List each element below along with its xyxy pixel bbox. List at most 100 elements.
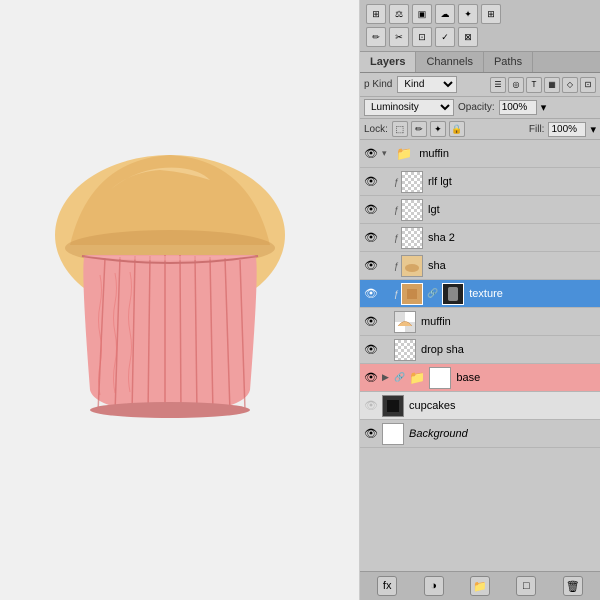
layers-list: 👁 ▾ 📁 muffin 👁 ƒ rlf lgt 👁 ƒ lgt 👁 ƒ	[360, 140, 600, 571]
filter-icon-5[interactable]: ◇	[562, 77, 578, 93]
layer-row[interactable]: 👁 ƒ sha	[360, 252, 600, 280]
lock-label: Lock:	[364, 124, 388, 135]
fx-button[interactable]: fx	[377, 576, 397, 596]
tool-btn-3[interactable]: ▣	[412, 4, 432, 24]
blend-row: Luminosity Opacity: ▾	[360, 97, 600, 119]
eye-icon[interactable]: 👁	[362, 313, 380, 331]
eye-icon[interactable]: 👁	[362, 369, 380, 387]
eye-icon[interactable]: 👁	[362, 173, 380, 191]
filter-icon-6[interactable]: ⊡	[580, 77, 596, 93]
layer-row[interactable]: 👁 muffin	[360, 308, 600, 336]
lock-icon-position[interactable]: ✦	[430, 121, 446, 137]
filter-row: p Kind Kind ☰ ◎ T ▦ ◇ ⊡	[360, 73, 600, 97]
layer-row[interactable]: 👁 ƒ sha 2	[360, 224, 600, 252]
chain-icon: 🔗	[427, 288, 438, 299]
layer-name: rlf lgt	[425, 176, 598, 188]
tool-btn-1[interactable]: ⊞	[366, 4, 386, 24]
folder-icon: 📁	[396, 146, 412, 162]
layers-bottom-toolbar: fx ◑ 📁 □ 🗑	[360, 571, 600, 600]
layer-row[interactable]: 👁 cupcakes	[360, 392, 600, 420]
layer-thumbnail	[394, 339, 416, 361]
layer-name-background: Background	[406, 428, 598, 440]
layer-thumbnail	[401, 171, 423, 193]
eye-icon[interactable]: 👁	[362, 257, 380, 275]
lock-icon-transparency[interactable]: ⬚	[392, 121, 408, 137]
layer-thumbnail	[394, 311, 416, 333]
tab-paths[interactable]: Paths	[484, 52, 533, 72]
layer-name: lgt	[425, 204, 598, 216]
layer-row-base[interactable]: 👁 ▶ 🔗 📁 base	[360, 364, 600, 392]
tool-btn-2[interactable]: ⚖	[389, 4, 409, 24]
canvas-area	[0, 0, 360, 600]
folder-icon: 📁	[409, 370, 425, 386]
new-group-button[interactable]: 📁	[470, 576, 490, 596]
group-arrow: ▾	[382, 148, 392, 159]
lock-icon-all[interactable]: 🔒	[449, 121, 465, 137]
link-icon: 🔗	[394, 372, 405, 383]
lock-row: Lock: ⬚ ✏ ✦ 🔒 Fill: ▾	[360, 119, 600, 140]
tool-btn-8[interactable]: ✂	[389, 27, 409, 47]
eye-icon[interactable]: 👁	[362, 425, 380, 443]
toolbar-row-1: ⊞ ⚖ ▣ ☁ ✦ ⊞	[366, 4, 594, 24]
layer-thumbnail	[401, 283, 423, 305]
layer-row-background[interactable]: 👁 Background	[360, 420, 600, 448]
group-arrow: ▶	[382, 372, 392, 383]
layer-row-selected[interactable]: 👁 ƒ 🔗 texture	[360, 280, 600, 308]
tool-btn-4[interactable]: ☁	[435, 4, 455, 24]
filter-icon-2[interactable]: ◎	[508, 77, 524, 93]
layer-thumbnail	[382, 395, 404, 417]
layer-mask-thumbnail	[442, 283, 464, 305]
tool-btn-11[interactable]: ⊠	[458, 27, 478, 47]
layer-name: texture	[466, 288, 598, 300]
layer-name: cupcakes	[406, 400, 598, 412]
layer-thumbnail	[401, 255, 423, 277]
tool-btn-10[interactable]: ✓	[435, 27, 455, 47]
filter-icon-1[interactable]: ☰	[490, 77, 506, 93]
layer-row[interactable]: 👁 ƒ lgt	[360, 196, 600, 224]
tool-btn-9[interactable]: ⊡	[412, 27, 432, 47]
filter-icon-4[interactable]: ▦	[544, 77, 560, 93]
layer-thumbnail	[429, 367, 451, 389]
layer-name: base	[453, 372, 598, 384]
eye-icon[interactable]: 👁	[362, 397, 380, 415]
layer-row[interactable]: 👁 ▾ 📁 muffin	[360, 140, 600, 168]
eye-icon[interactable]: 👁	[362, 285, 380, 303]
layer-row[interactable]: 👁 ƒ rlf lgt	[360, 168, 600, 196]
fill-label: Fill:	[529, 124, 545, 135]
toolbar-row-2: ✏ ✂ ⊡ ✓ ⊠	[366, 27, 594, 47]
eye-icon[interactable]: 👁	[362, 341, 380, 359]
tool-btn-6[interactable]: ⊞	[481, 4, 501, 24]
delete-layer-button[interactable]: 🗑	[563, 576, 583, 596]
tool-btn-7[interactable]: ✏	[366, 27, 386, 47]
layer-thumbnail	[382, 423, 404, 445]
link-icon: ƒ	[394, 289, 399, 299]
opacity-input[interactable]	[499, 100, 537, 115]
tool-btn-5[interactable]: ✦	[458, 4, 478, 24]
tab-channels[interactable]: Channels	[416, 52, 483, 72]
lock-icon-paint[interactable]: ✏	[411, 121, 427, 137]
layer-name: sha	[425, 260, 598, 272]
filter-icon-3[interactable]: T	[526, 77, 542, 93]
fill-arrow: ▾	[590, 123, 596, 136]
fill-input[interactable]	[548, 122, 586, 137]
layers-panel: ⊞ ⚖ ▣ ☁ ✦ ⊞ ✏ ✂ ⊡ ✓ ⊠ Layers Channels Pa…	[360, 0, 600, 600]
filter-select[interactable]: Kind	[397, 76, 457, 93]
eye-icon[interactable]: 👁	[362, 229, 380, 247]
lock-icons: ⬚ ✏ ✦ 🔒	[392, 121, 465, 137]
new-layer-button[interactable]: □	[516, 576, 536, 596]
tab-layers[interactable]: Layers	[360, 52, 416, 72]
blend-mode-select[interactable]: Luminosity	[364, 99, 454, 116]
opacity-arrow: ▾	[541, 101, 547, 114]
cupcake-image	[30, 80, 310, 480]
layer-name: drop sha	[418, 344, 598, 356]
link-icon: ƒ	[394, 233, 399, 243]
link-icon: ƒ	[394, 261, 399, 271]
layer-row[interactable]: 👁 drop sha	[360, 336, 600, 364]
eye-icon[interactable]: 👁	[362, 145, 380, 163]
opacity-label: Opacity:	[458, 102, 495, 113]
new-fill-adjustment-button[interactable]: ◑	[424, 576, 444, 596]
eye-icon[interactable]: 👁	[362, 201, 380, 219]
layer-thumbnail	[401, 227, 423, 249]
panel-tabs: Layers Channels Paths	[360, 52, 600, 73]
layer-name: muffin	[416, 148, 598, 160]
